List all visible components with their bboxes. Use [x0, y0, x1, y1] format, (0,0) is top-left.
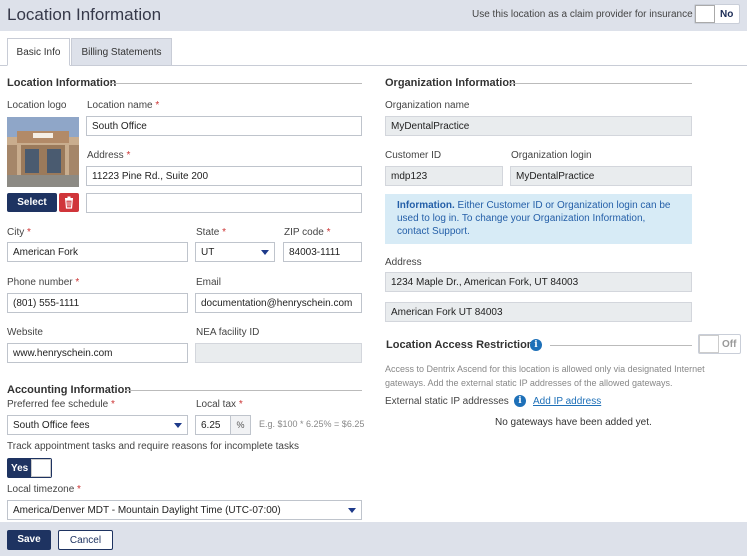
claim-provider-label: Use this location as a claim provider fo… [472, 9, 693, 20]
accounting-section-title: Accounting Information [7, 384, 132, 396]
state-select[interactable]: UT [195, 242, 275, 262]
save-button[interactable]: Save [7, 530, 51, 550]
toggle-knob [31, 459, 51, 477]
tab-billing-statements[interactable]: Billing Statements [71, 38, 172, 66]
organization-login-label: Organization login [511, 150, 592, 161]
ip-addresses-label: External static IP addresses [385, 396, 509, 407]
city-input[interactable]: American Fork [7, 242, 188, 262]
phone-input[interactable]: (801) 555-1111 [7, 293, 188, 313]
state-label: State * [196, 227, 227, 238]
toggle-state-label: No [720, 9, 734, 20]
location-name-input[interactable]: South Office [86, 116, 362, 136]
zip-label: ZIP code * [284, 227, 331, 238]
location-section-title: Location Information [7, 77, 117, 89]
add-ip-address-link[interactable]: Add IP address [533, 396, 601, 407]
toggle-state-label: Off [722, 339, 737, 350]
trash-icon [65, 196, 73, 209]
chevron-down-icon [174, 423, 182, 428]
track-tasks-label: Track appointment tasks and require reas… [7, 441, 299, 452]
location-name-label: Location name * [87, 100, 160, 111]
timezone-value: America/Denver MDT - Mountain Daylight T… [13, 505, 281, 516]
organization-address-line2: American Fork UT 84003 [385, 302, 692, 322]
fee-schedule-label: Preferred fee schedule * [7, 399, 115, 410]
email-input[interactable]: documentation@henryschein.com [195, 293, 362, 313]
track-tasks-toggle[interactable]: Yes [7, 458, 52, 478]
toggle-knob [699, 335, 719, 353]
section-divider [125, 390, 362, 391]
nea-facility-label: NEA facility ID [196, 327, 260, 338]
website-label: Website [7, 327, 43, 338]
organization-address-label: Address [385, 257, 422, 268]
section-divider [508, 83, 692, 84]
access-section-title: Location Access Restrictions [386, 339, 540, 351]
cancel-button[interactable]: Cancel [58, 530, 113, 550]
timezone-label: Local timezone * [7, 484, 81, 495]
local-tax-input[interactable]: 6.25 [195, 415, 231, 435]
chevron-down-icon [261, 250, 269, 255]
address-label: Address * [87, 150, 131, 161]
state-value: UT [201, 247, 215, 258]
nea-facility-input[interactable] [195, 343, 362, 363]
organization-login-field: MyDentalPractice [510, 166, 692, 186]
organization-name-label: Organization name [385, 100, 470, 111]
toggle-state-label: Yes [8, 459, 32, 477]
phone-label: Phone number * [7, 277, 80, 288]
section-divider [110, 83, 362, 84]
section-divider [550, 345, 692, 346]
info-icon[interactable]: i [514, 395, 526, 407]
local-tax-label: Local tax * [196, 399, 243, 410]
info-title: Information. [397, 200, 455, 211]
address-line1-input[interactable]: 11223 Pine Rd., Suite 200 [86, 166, 362, 186]
location-logo-label: Location logo [7, 100, 67, 111]
no-gateways-text: No gateways have been added yet. [495, 417, 652, 428]
fee-schedule-value: South Office fees [13, 420, 90, 431]
address-line2-input[interactable] [86, 193, 362, 213]
tax-example: E.g. $100 * 6.25% = $6.25 [259, 419, 365, 429]
organization-address-line1: 1234 Maple Dr., American Fork, UT 84003 [385, 272, 692, 292]
organization-name-field: MyDentalPractice [385, 116, 692, 136]
delete-logo-button[interactable] [59, 193, 79, 212]
timezone-select[interactable]: America/Denver MDT - Mountain Daylight T… [7, 500, 362, 520]
customer-id-label: Customer ID [385, 150, 442, 161]
city-label: City * [7, 227, 31, 238]
zip-input[interactable]: 84003-1111 [283, 242, 362, 262]
website-input[interactable]: www.henryschein.com [7, 343, 188, 363]
tab-basic-info[interactable]: Basic Info [7, 38, 70, 66]
select-logo-button[interactable]: Select [7, 193, 57, 212]
tab-bar: Basic Info Billing Statements [0, 38, 747, 66]
toggle-knob [695, 5, 715, 23]
location-logo-image [7, 117, 79, 187]
info-icon[interactable]: i [530, 339, 542, 351]
percent-unit: % [230, 415, 251, 435]
email-label: Email [196, 277, 222, 288]
organization-info-message: Information. Either Customer ID or Organ… [385, 194, 692, 244]
page-title: Location Information [7, 5, 162, 24]
access-description: Access to Dentrix Ascend for this locati… [385, 364, 705, 388]
fee-schedule-select[interactable]: South Office fees [7, 415, 188, 435]
access-restrictions-toggle[interactable]: Off [698, 334, 741, 354]
chevron-down-icon [348, 508, 356, 513]
customer-id-field: mdp123 [385, 166, 503, 186]
organization-section-title: Organization Information [385, 77, 516, 89]
claim-provider-toggle[interactable]: No [694, 4, 740, 24]
